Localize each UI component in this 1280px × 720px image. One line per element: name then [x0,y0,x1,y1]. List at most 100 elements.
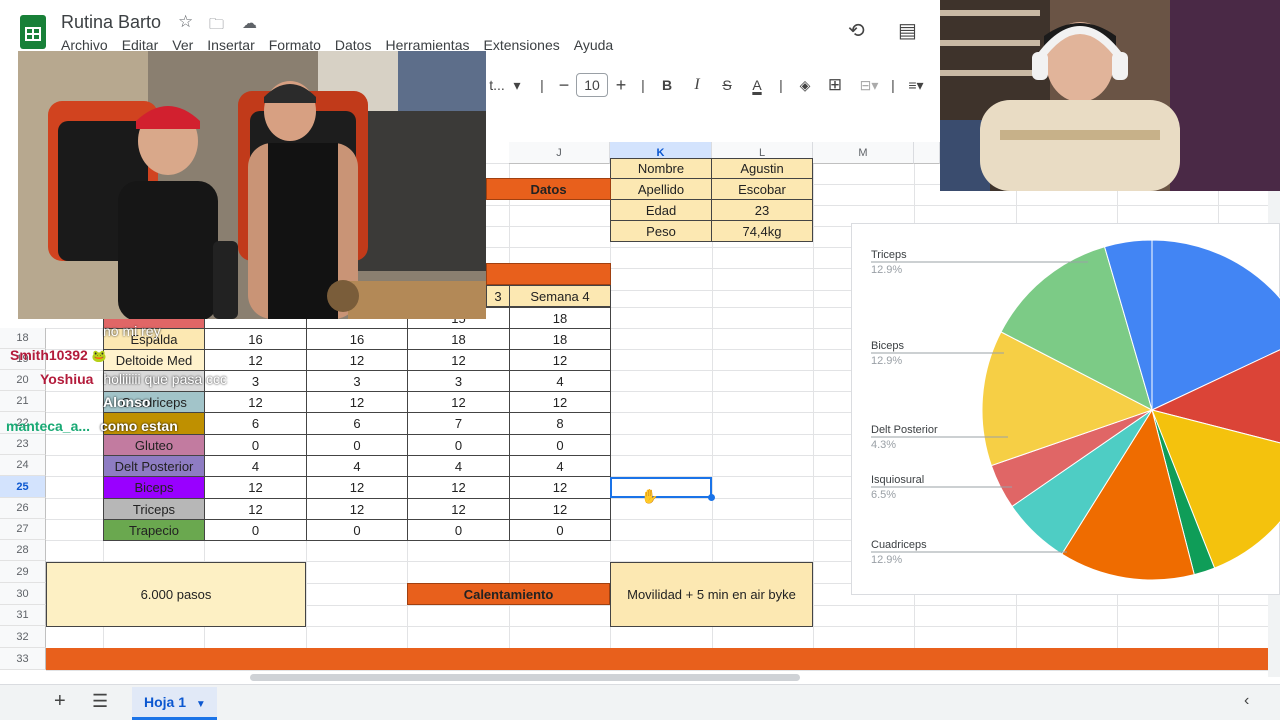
profile-value-cell[interactable]: Escobar [711,178,813,200]
muscle-cell[interactable]: Gluteo [103,434,205,456]
profile-key-cell[interactable]: Nombre [610,158,712,179]
menu-extensiones[interactable]: Extensiones [483,37,559,53]
value-cell[interactable]: 12 [204,391,307,413]
value-cell[interactable]: 12 [306,349,408,371]
value-cell[interactable]: 0 [306,434,408,456]
value-cell[interactable]: 7 [407,412,510,435]
muscle-cell[interactable]: Delt Posterior [103,455,205,477]
column-header-n[interactable] [914,142,940,164]
row-header-18[interactable]: 18 [0,328,46,349]
profile-key-cell[interactable]: Edad [610,199,712,221]
value-cell[interactable]: 16 [204,328,307,350]
value-cell[interactable]: 4 [306,455,408,477]
row-header-28[interactable]: 28 [0,540,46,561]
row-header-29[interactable]: 29 [0,561,46,583]
value-cell[interactable]: 18 [509,307,611,329]
chevron-down-icon[interactable]: ▼ [196,699,206,710]
fill-color-icon[interactable]: ◈ [790,77,820,94]
add-sheet-icon[interactable]: + [54,690,66,713]
value-cell[interactable]: 12 [204,476,307,499]
row-header-24[interactable]: 24 [0,455,46,476]
value-cell[interactable]: 12 [407,349,510,371]
table-title-cell[interactable] [486,263,611,285]
value-cell[interactable]: 16 [306,328,408,350]
row-header-25[interactable]: 25 [0,476,46,498]
value-cell[interactable]: 4 [509,455,611,477]
pie-chart[interactable]: Triceps 12.9% Biceps 12.9% Delt Posterio… [851,223,1280,595]
row-header-23[interactable]: 23 [0,434,46,455]
all-sheets-icon[interactable]: ☰ [92,691,108,712]
profile-value-cell[interactable]: 23 [711,199,813,221]
muscle-cell[interactable]: Trapecio [103,519,205,541]
bold-icon[interactable]: B [652,77,682,93]
comments-icon[interactable]: ▤ [898,18,917,43]
value-cell[interactable]: 12 [306,391,408,413]
value-cell[interactable]: 4 [204,455,307,477]
value-cell[interactable]: 12 [306,498,408,520]
week-header-cell[interactable]: Semana 4 [509,285,611,307]
horizontal-scrollbar[interactable] [250,674,800,681]
row-header-21[interactable]: 21 [0,391,46,412]
decrease-font-size-icon[interactable]: − [552,75,576,96]
row-header-32[interactable]: 32 [0,626,46,648]
version-history-icon[interactable]: ⟲ [848,18,865,43]
value-cell[interactable]: 3 [306,370,408,392]
value-cell[interactable]: 0 [509,434,611,456]
orange-divider-row[interactable] [46,648,1268,670]
sheets-logo-icon[interactable] [20,15,46,49]
muscle-cell[interactable]: Biceps [103,476,205,499]
value-cell[interactable]: 0 [204,434,307,456]
value-cell[interactable]: 4 [509,370,611,392]
calentamiento-cell[interactable]: Calentamiento [407,583,610,605]
value-cell[interactable]: 12 [407,391,510,413]
value-cell[interactable]: 0 [407,519,510,541]
value-cell[interactable]: 0 [204,519,307,541]
value-cell[interactable]: 12 [306,476,408,499]
chevron-left-icon[interactable]: ‹ [1244,692,1249,710]
column-header-j[interactable]: J [509,142,610,164]
merge-cells-icon[interactable]: ⊟▾ [850,77,888,94]
value-cell[interactable]: 12 [204,498,307,520]
profile-value-cell[interactable]: 74,4kg [711,220,813,242]
value-cell[interactable]: 18 [509,328,611,350]
value-cell[interactable]: 12 [509,498,611,520]
profile-key-cell[interactable]: Peso [610,220,712,242]
value-cell[interactable]: 4 [407,455,510,477]
font-size-input[interactable]: 10 [576,73,608,97]
row-header-27[interactable]: 27 [0,519,46,540]
value-cell[interactable]: 12 [509,476,611,499]
text-color-icon[interactable]: A [742,77,772,93]
move-folder-icon[interactable]: 🗀 [209,14,224,39]
document-title[interactable]: Rutina Barto [61,12,161,33]
strikethrough-icon[interactable]: S [712,77,742,93]
value-cell[interactable]: 6 [204,412,307,435]
profile-key-cell[interactable]: Apellido [610,178,712,200]
menu-ayuda[interactable]: Ayuda [574,37,613,53]
week-header-cell[interactable]: 3 [486,285,510,307]
value-cell[interactable]: 18 [407,328,510,350]
muscle-cell[interactable]: Triceps [103,498,205,520]
movilidad-cell[interactable]: Movilidad + 5 min en air byke [610,562,813,627]
value-cell[interactable]: 6 [306,412,408,435]
steps-cell[interactable]: 6.000 pasos [46,562,306,627]
value-cell[interactable]: 12 [509,349,611,371]
value-cell[interactable]: 0 [306,519,408,541]
star-icon[interactable]: ☆ [178,12,193,32]
datos-header-cell[interactable]: Datos [486,178,611,200]
horizontal-align-icon[interactable]: ≡▾ [898,77,934,94]
muscle-cell[interactable]: Deltoide Med [103,349,205,371]
row-header-31[interactable]: 31 [0,605,46,626]
fill-handle[interactable] [708,494,715,501]
chevron-down-icon[interactable]: ▾ [508,77,526,94]
value-cell[interactable]: 0 [509,519,611,541]
value-cell[interactable]: 12 [509,391,611,413]
row-header-30[interactable]: 30 [0,583,46,605]
italic-icon[interactable]: I [682,76,712,94]
profile-value-cell[interactable]: Agustin [711,158,813,179]
sheet-tab-hoja1[interactable]: Hoja 1 ▼ [132,687,217,720]
row-header-26[interactable]: 26 [0,498,46,519]
row-header-33[interactable]: 33 [0,648,46,670]
selected-cell[interactable] [610,477,712,498]
value-cell[interactable]: 12 [407,476,510,499]
borders-icon[interactable]: ⊞ [820,75,850,95]
